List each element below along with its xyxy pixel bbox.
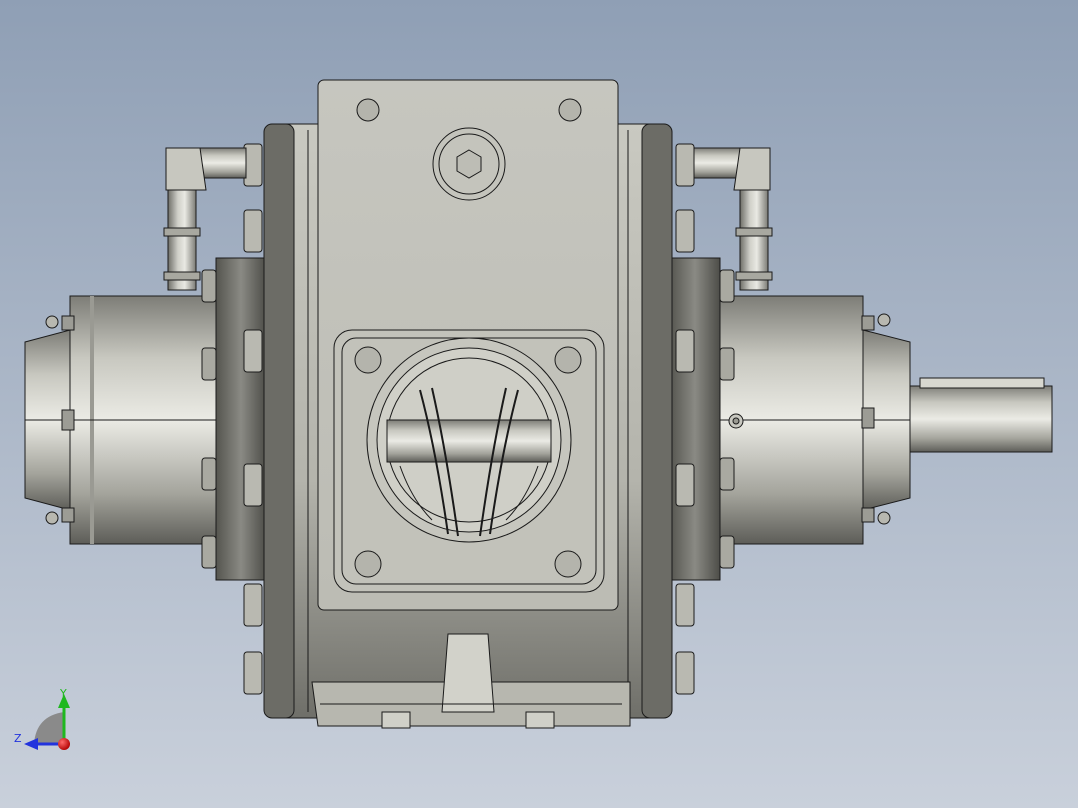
y-axis-label: Y: [59, 687, 67, 700]
right-flange: [669, 257, 721, 581]
cad-viewport[interactable]: Y Z: [0, 0, 1078, 808]
drive-shaft: [909, 377, 1053, 453]
model-canvas[interactable]: Y Z: [0, 0, 1078, 808]
x-axis-ball: [58, 738, 70, 750]
left-flange: [215, 257, 267, 581]
z-axis-label: Z: [14, 732, 22, 745]
